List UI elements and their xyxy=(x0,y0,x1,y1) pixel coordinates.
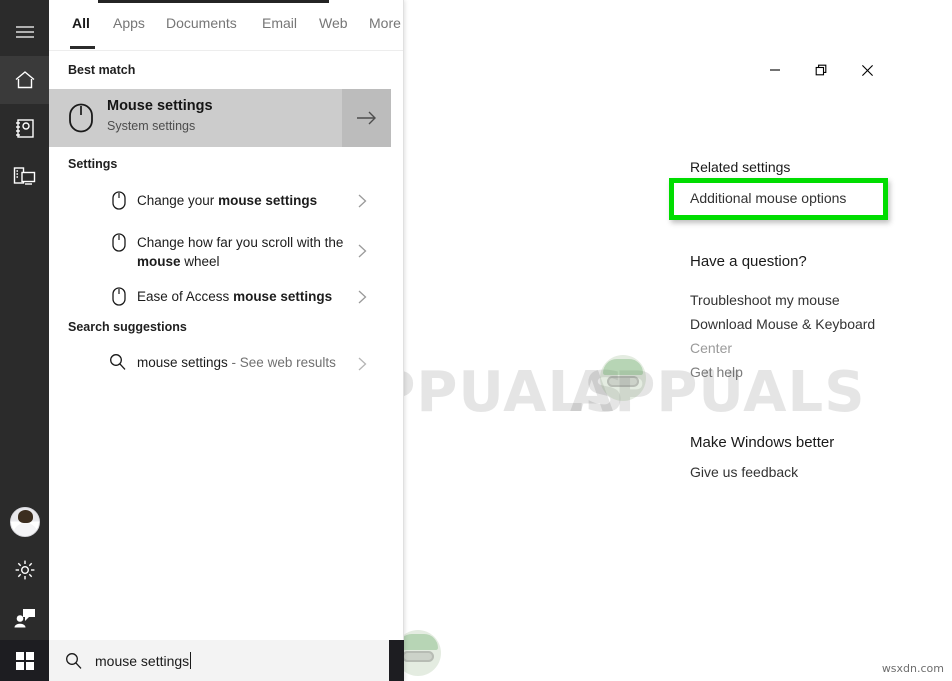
results-list: Best match Mouse settings System setting… xyxy=(49,51,403,640)
suggestion-query: mouse settings xyxy=(137,355,228,370)
mouse-icon xyxy=(108,285,130,307)
gear-icon xyxy=(14,559,36,581)
search-results-panel: All Apps Documents Email Web More Best m… xyxy=(49,0,404,640)
chevron-right-icon[interactable] xyxy=(357,356,373,372)
sidebar-item-feedback[interactable] xyxy=(0,594,49,642)
watermark-mascot-icon xyxy=(600,355,646,401)
give-us-feedback-link[interactable]: Give us feedback xyxy=(690,461,940,483)
minimize-button[interactable] xyxy=(752,48,798,92)
hamburger-icon xyxy=(15,25,35,39)
best-match-title: Mouse settings xyxy=(107,98,213,114)
windows-logo-icon xyxy=(16,652,34,670)
restore-button[interactable] xyxy=(798,48,844,92)
sidebar-item-home[interactable] xyxy=(0,56,49,104)
sidebar-item-documents[interactable] xyxy=(0,104,49,152)
chevron-right-icon[interactable] xyxy=(357,289,373,305)
result-label-2: Change how far you scroll with the mouse… xyxy=(137,235,344,269)
search-input-value: mouse settings xyxy=(95,652,192,669)
devices-icon xyxy=(13,166,36,186)
mouse-icon xyxy=(108,189,130,211)
text-caret xyxy=(190,652,192,669)
tab-all[interactable]: All xyxy=(72,15,90,31)
chevron-right-icon[interactable] xyxy=(357,243,373,259)
download-mouse-keyboard-center-link[interactable]: Download Mouse & Keyboard xyxy=(690,312,940,336)
sidebar-item-account[interactable] xyxy=(0,498,49,546)
have-a-question-heading: Have a question? xyxy=(690,253,807,270)
suggestion-label: mouse settings - See web results xyxy=(137,353,369,372)
result-label-1: Change your mouse settings xyxy=(137,193,318,208)
home-icon xyxy=(14,70,36,90)
taskbar-right-edge xyxy=(389,640,404,681)
start-menu-rail xyxy=(0,0,49,681)
make-windows-better-section: Make Windows better Give us feedback xyxy=(690,432,940,483)
make-windows-better-heading: Make Windows better xyxy=(690,434,835,451)
result-change-your-mouse-settings[interactable]: Change your mouse settings xyxy=(49,183,403,219)
troubleshoot-my-mouse-link[interactable]: Troubleshoot my mouse xyxy=(690,288,940,312)
tab-active-underline xyxy=(70,46,95,49)
tab-documents[interactable]: Documents xyxy=(166,15,237,31)
best-match-row[interactable]: Mouse settings System settings xyxy=(49,89,391,147)
result-change-scroll-wheel[interactable]: Change how far you scroll with the mouse… xyxy=(49,225,403,277)
result-label-3: Ease of Access mouse settings xyxy=(137,289,333,304)
window-titlebar xyxy=(752,48,952,92)
result-ease-of-access-mouse-settings[interactable]: Ease of Access mouse settings xyxy=(49,279,403,315)
hamburger-menu-button[interactable] xyxy=(0,8,49,56)
result-suggestion-mouse-settings[interactable]: mouse settings - See web results xyxy=(49,347,403,381)
best-match-subtitle: System settings xyxy=(107,119,196,133)
suggestion-suffix: - See web results xyxy=(227,355,336,370)
site-credit: wsxdn.com xyxy=(881,662,944,675)
mouse-icon xyxy=(108,231,130,253)
start-button[interactable] xyxy=(0,640,49,681)
search-icon xyxy=(65,652,83,670)
tab-apps[interactable]: Apps xyxy=(113,15,145,31)
search-input-text: mouse settings xyxy=(95,653,190,669)
search-suggestions-heading: Search suggestions xyxy=(68,320,187,334)
search-tabbar: All Apps Documents Email Web More xyxy=(49,3,403,51)
notebook-icon xyxy=(14,118,36,139)
chevron-right-icon[interactable] xyxy=(357,193,373,209)
get-help-link[interactable]: Get help xyxy=(690,360,940,384)
close-button[interactable] xyxy=(844,48,890,92)
search-flyout: All Apps Documents Email Web More Best m… xyxy=(0,0,404,681)
avatar-icon xyxy=(9,507,40,537)
tab-web[interactable]: Web xyxy=(319,15,348,31)
sidebar-item-settings[interactable] xyxy=(0,546,49,594)
feedback-icon xyxy=(13,608,36,628)
tab-email[interactable]: Email xyxy=(262,15,297,31)
taskbar-search-input[interactable]: mouse settings xyxy=(49,640,389,681)
additional-mouse-options-link[interactable]: Additional mouse options xyxy=(690,187,846,209)
download-mouse-keyboard-center-link-line2[interactable]: Center xyxy=(690,336,940,360)
search-icon xyxy=(107,351,129,373)
settings-section-heading: Settings xyxy=(68,157,118,171)
taskbar: mouse settings xyxy=(0,640,404,681)
mouse-icon xyxy=(64,101,98,135)
have-a-question-section: Have a question? Troubleshoot my mouse D… xyxy=(690,252,940,384)
sidebar-item-devices[interactable] xyxy=(0,152,49,200)
flyout-right-edge xyxy=(403,0,404,681)
related-settings-heading: Related settings xyxy=(690,159,791,175)
tab-more[interactable]: More xyxy=(369,15,401,31)
arrow-right-icon[interactable] xyxy=(342,89,391,147)
best-match-heading: Best match xyxy=(68,63,136,77)
